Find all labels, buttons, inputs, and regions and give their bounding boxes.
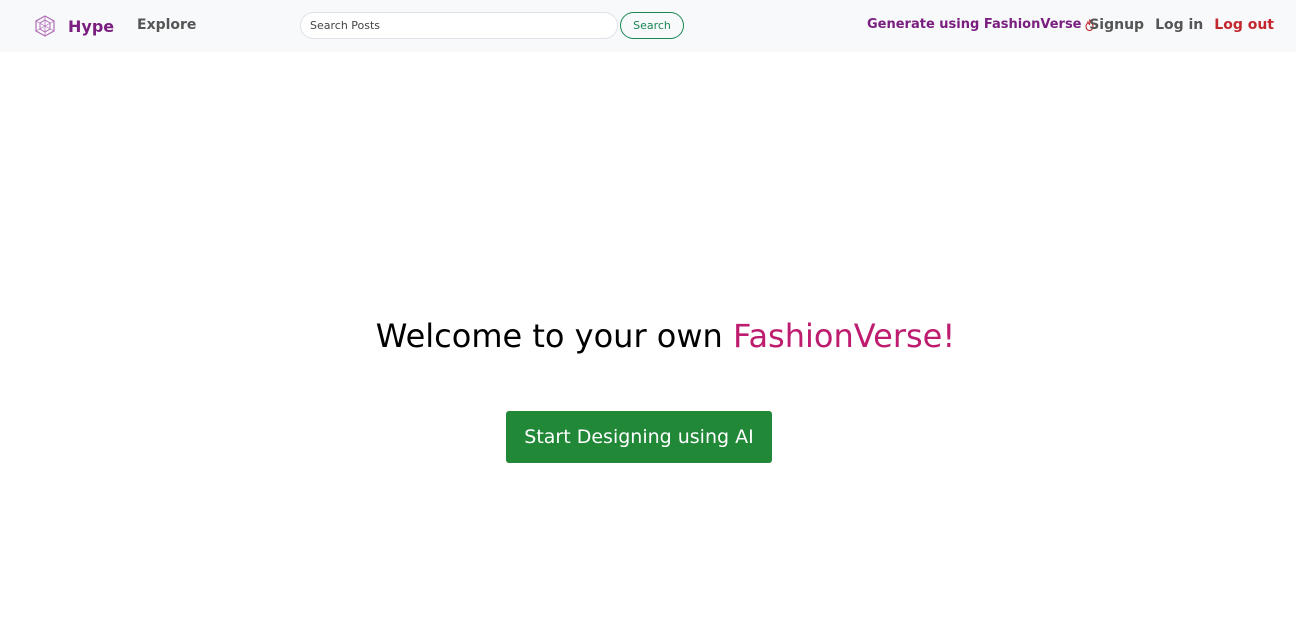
nav-explore-link[interactable]: Explore <box>137 17 196 33</box>
search-input[interactable] <box>300 12 618 39</box>
hero-title-accent: FashionVerse! <box>732 317 956 355</box>
hexagon-logo-icon <box>35 15 55 37</box>
start-designing-button[interactable]: Start Designing using AI <box>506 411 772 463</box>
login-link[interactable]: Log in <box>1155 17 1203 33</box>
generate-fashionverse-link[interactable]: Generate using FashionVerse <box>867 17 1094 32</box>
auth-links: Signup Log in Log out <box>1089 17 1274 33</box>
generate-label: Generate using FashionVerse <box>867 17 1082 32</box>
navbar: Hype Explore Search Generate using Fashi… <box>0 0 1296 52</box>
hero-title: Welcome to your own FashionVerse! <box>0 317 1298 355</box>
logout-link[interactable]: Log out <box>1214 17 1274 33</box>
hero-title-prefix: Welcome to your own <box>375 317 733 355</box>
brand-label: Hype <box>68 16 115 36</box>
signup-link[interactable]: Signup <box>1089 17 1144 33</box>
search-button[interactable]: Search <box>620 12 684 39</box>
brand-link[interactable]: Hype <box>33 13 114 39</box>
